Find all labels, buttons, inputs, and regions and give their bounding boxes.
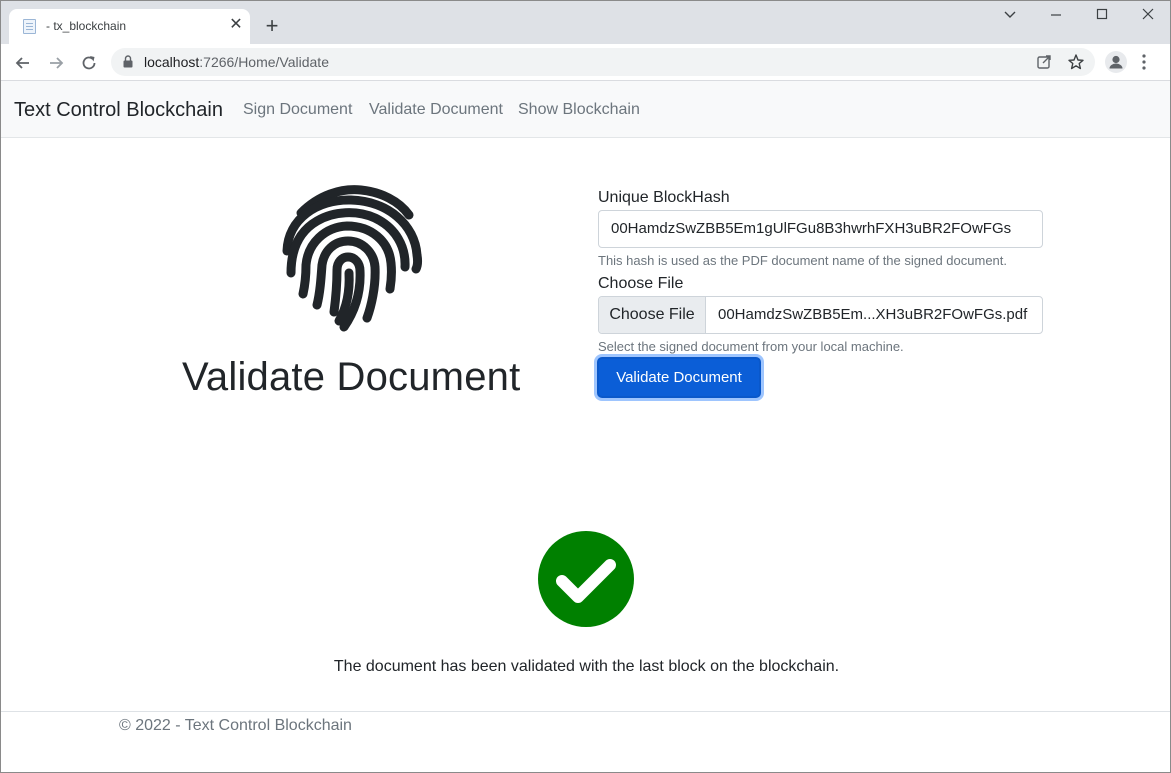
- tab-close-icon[interactable]: ✕: [227, 16, 245, 34]
- file-input[interactable]: Choose File 00HamdzSwZBB5Em...XH3uBR2FOw…: [598, 296, 1043, 334]
- blockhash-help-text: This hash is used as the PDF document na…: [598, 253, 1008, 268]
- browser-tab[interactable]: - tx_blockchain ✕: [9, 9, 250, 44]
- site-navbar: Text Control Blockchain Sign Document Va…: [1, 81, 1170, 138]
- document-favicon-icon: [23, 19, 36, 34]
- validation-result-message: The document has been validated with the…: [333, 658, 840, 675]
- maximize-icon[interactable]: [1092, 7, 1112, 27]
- address-bar[interactable]: localhost:7266/Home/Validate: [111, 48, 1095, 76]
- blockhash-input[interactable]: 00HamdzSwZBB5Em1gUlFGu8B3hwrhFXH3uBR2FOw…: [598, 210, 1043, 248]
- selected-file-name: 00HamdzSwZBB5Em...XH3uBR2FOwFGs.pdf: [718, 306, 1028, 323]
- navbar-brand[interactable]: Text Control Blockchain: [14, 99, 223, 122]
- file-label: Choose File: [598, 275, 684, 292]
- url-path: :7266/Home/Validate: [199, 54, 329, 70]
- choose-file-button[interactable]: Choose File: [599, 297, 706, 333]
- close-window-icon[interactable]: [1138, 7, 1158, 27]
- browser-toolbar: localhost:7266/Home/Validate: [1, 44, 1170, 81]
- page-title: Validate Document: [182, 355, 521, 399]
- copyright-text: © 2022 - Text Control Blockchain: [119, 717, 352, 734]
- bookmark-star-icon[interactable]: [1067, 53, 1085, 71]
- minimize-icon[interactable]: [1046, 7, 1066, 27]
- site-footer: © 2022 - Text Control Blockchain: [1, 711, 1170, 772]
- url-text[interactable]: localhost:7266/Home/Validate: [144, 54, 329, 70]
- back-icon[interactable]: [13, 53, 33, 73]
- check-circle-icon: [537, 530, 635, 633]
- url-host: localhost: [144, 54, 200, 70]
- validate-document-button[interactable]: Validate Document: [597, 357, 761, 398]
- lock-icon[interactable]: [123, 55, 133, 73]
- fingerprint-icon: [279, 185, 427, 338]
- nav-link-validate-document[interactable]: Validate Document: [369, 101, 503, 119]
- share-icon[interactable]: [1035, 53, 1053, 71]
- blockhash-label: Unique BlockHash: [598, 189, 730, 206]
- new-tab-icon[interactable]: +: [261, 15, 283, 37]
- forward-icon[interactable]: [46, 53, 66, 73]
- browser-menu-icon[interactable]: [1141, 53, 1147, 76]
- browser-window: - tx_blockchain ✕ + localhost:7266/Home/…: [0, 0, 1171, 773]
- file-help-text: Select the signed document from your loc…: [598, 339, 904, 354]
- reload-icon[interactable]: [79, 53, 99, 73]
- tab-strip: - tx_blockchain ✕ +: [1, 1, 1170, 44]
- tab-title: - tx_blockchain: [46, 19, 127, 33]
- nav-link-show-blockchain[interactable]: Show Blockchain: [518, 101, 640, 119]
- nav-link-sign-document[interactable]: Sign Document: [243, 101, 352, 119]
- tab-search-chevron-icon[interactable]: [1000, 7, 1020, 27]
- profile-avatar-icon[interactable]: [1105, 51, 1127, 73]
